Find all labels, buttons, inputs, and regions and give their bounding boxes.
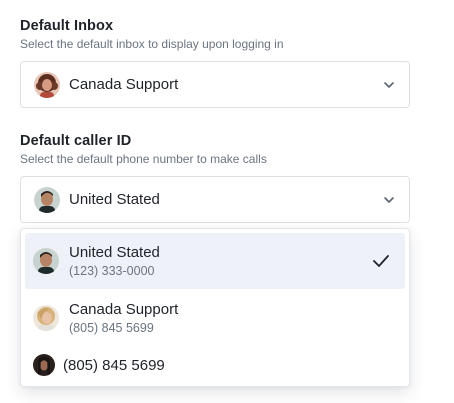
default-inbox-select[interactable]: Canada Support bbox=[20, 61, 410, 108]
caller-id-dropdown-menu: United Stated (123) 333-0000 Canada Supp… bbox=[20, 228, 410, 387]
option-text: United Stated (123) 333-0000 bbox=[69, 243, 160, 280]
checkmark-icon bbox=[371, 253, 391, 269]
option-title: (805) 845 5699 bbox=[63, 356, 165, 374]
option-phone-number: (805) 845 5699 bbox=[69, 320, 154, 335]
caller-id-option-canada-support[interactable]: Canada Support (805) 845 5699 bbox=[25, 290, 405, 346]
settings-page: Default Inbox Select the default inbox t… bbox=[0, 0, 454, 403]
avatar-woman-curly-hair-icon bbox=[34, 71, 60, 98]
option-text: (805) 845 5699 bbox=[63, 356, 165, 375]
chevron-down-icon bbox=[382, 193, 396, 207]
default-inbox-title: Default Inbox bbox=[20, 18, 114, 34]
avatar-man-icon bbox=[33, 248, 59, 274]
option-title: United Stated bbox=[69, 243, 160, 261]
default-caller-id-select[interactable]: United Stated bbox=[20, 176, 410, 223]
default-inbox-description: Select the default inbox to display upon… bbox=[20, 37, 284, 51]
avatar-woman-blonde-icon bbox=[33, 305, 59, 331]
option-phone-number: (123) 333-0000 bbox=[69, 263, 155, 278]
default-caller-id-selected-value: United Stated bbox=[69, 191, 160, 208]
avatar-man-icon bbox=[34, 186, 60, 213]
avatar-dark-hair-icon bbox=[33, 354, 55, 376]
option-title: Canada Support bbox=[69, 300, 179, 318]
default-inbox-selected-value: Canada Support bbox=[69, 76, 179, 93]
default-caller-id-description: Select the default phone number to make … bbox=[20, 152, 267, 166]
default-inbox-section: Default Inbox Select the default inbox t… bbox=[20, 17, 410, 108]
chevron-down-icon bbox=[382, 78, 396, 92]
caller-id-option-united-stated[interactable]: United Stated (123) 333-0000 bbox=[25, 233, 405, 289]
caller-id-option-phone[interactable]: (805) 845 5699 bbox=[25, 348, 405, 382]
default-caller-id-section: Default caller ID Select the default pho… bbox=[20, 132, 410, 223]
option-text: Canada Support (805) 845 5699 bbox=[69, 300, 178, 337]
default-caller-id-title: Default caller ID bbox=[20, 133, 132, 149]
